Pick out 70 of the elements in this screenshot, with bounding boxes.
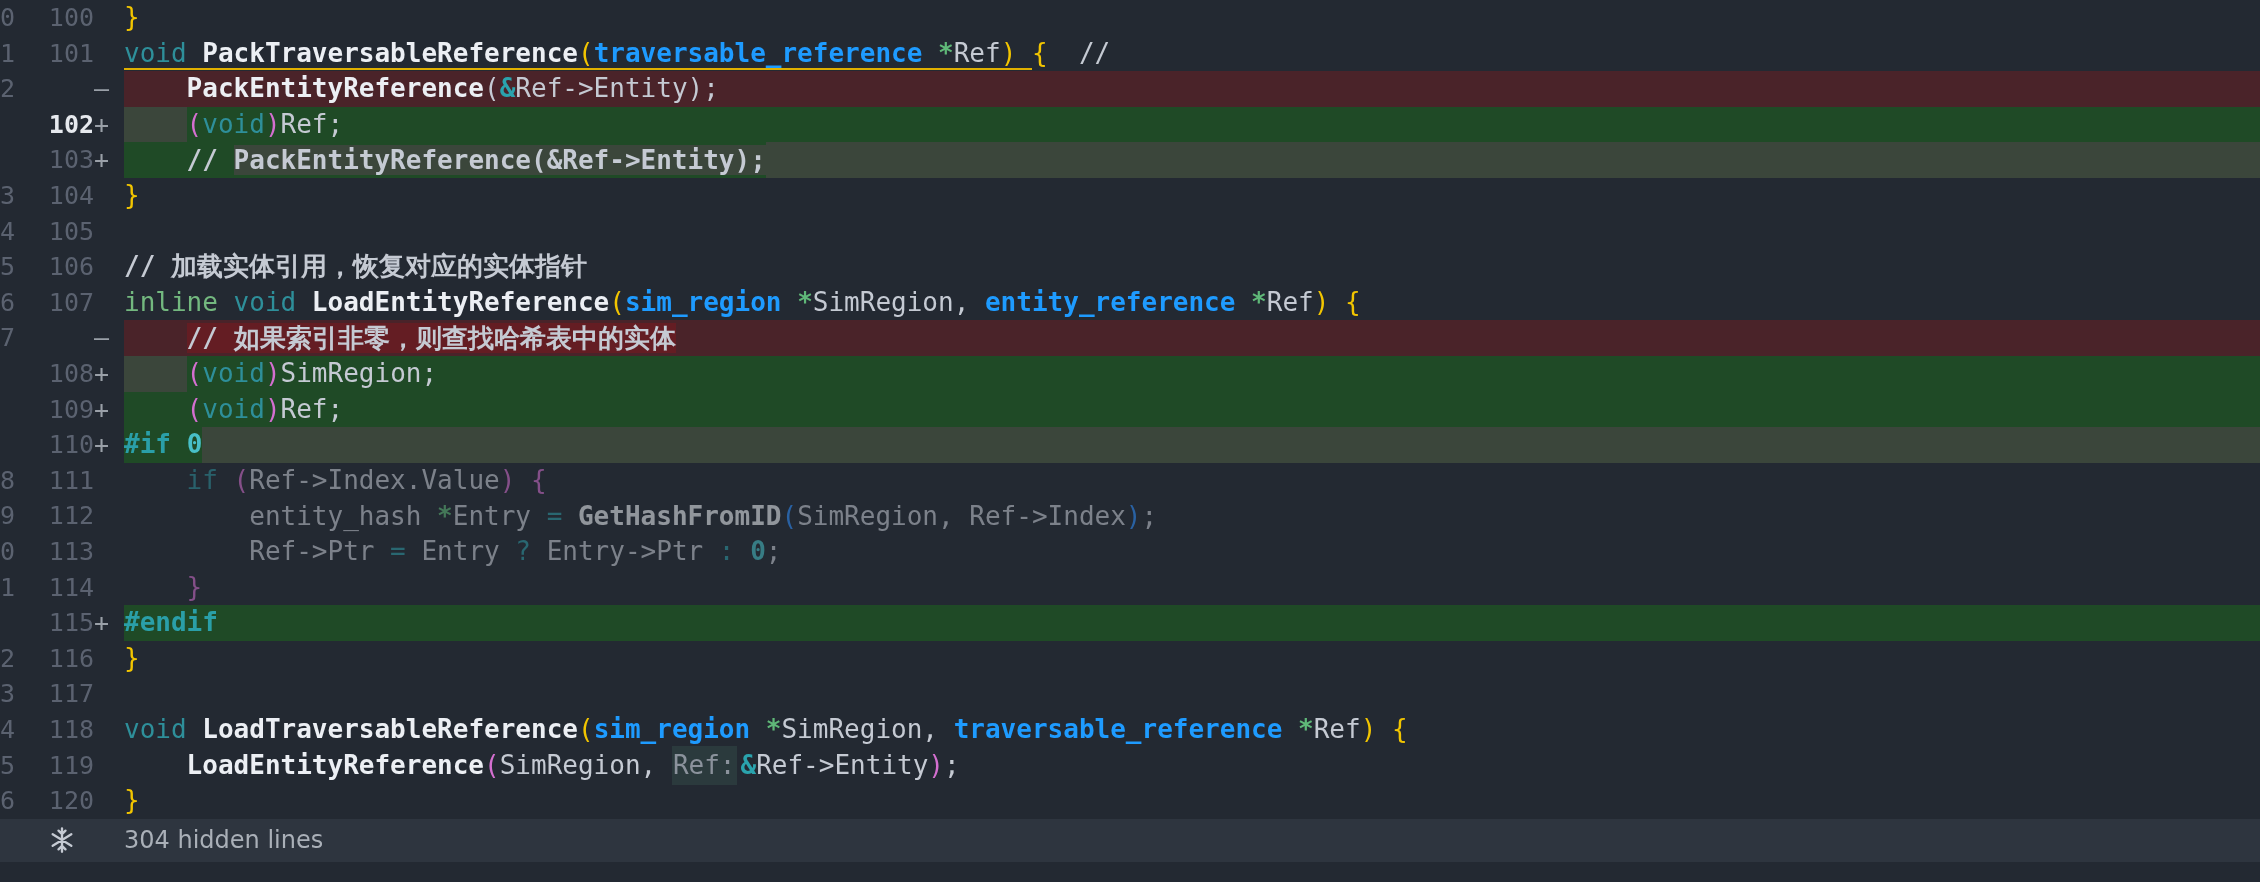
- code-text: Ref->Ptr = Entry ? Entry->Ptr : 0;: [248, 535, 782, 569]
- code-text: }: [185, 570, 203, 604]
- line-number: 108: [48, 358, 94, 390]
- code-text: PackEntityReference(&Ref->Entity);: [185, 72, 719, 106]
- line-number: 5: [0, 749, 16, 782]
- line-number: 105: [48, 215, 94, 248]
- code-text: (void)SimRegion;: [185, 357, 438, 391]
- code-text: }: [124, 784, 140, 818]
- line-number: 0: [0, 535, 16, 568]
- code-text: &Ref->Entity);: [740, 748, 960, 782]
- diff-marker: +: [94, 393, 110, 426]
- diff-marker: +: [94, 607, 110, 640]
- line-number: 110: [48, 429, 94, 462]
- line-number: 2: [0, 73, 16, 106]
- diff-marker: —: [94, 73, 110, 106]
- code-text: entity_hash *Entry = GetHashFromID(SimRegion, Ref->Index);: [248, 499, 1158, 533]
- line-number: 114: [48, 571, 94, 604]
- line-number: 8: [0, 464, 16, 497]
- line-number: 109: [48, 393, 94, 426]
- line-number: 4: [0, 215, 16, 248]
- code-text: void LoadTraversableReference(sim_region *SimRegion, traversable_reference *Ref) {: [124, 713, 1408, 747]
- line-number: 116: [48, 642, 94, 675]
- code-text: LoadEntityReference(SimRegion,: [185, 748, 658, 782]
- diff-marker: +: [94, 429, 110, 462]
- line-number: 3: [0, 180, 16, 212]
- line-number: 2: [0, 642, 16, 675]
- line-number: 101: [48, 37, 94, 70]
- line-number: 115: [48, 607, 94, 640]
- inlay-hint: Ref:: [671, 745, 737, 785]
- code-comment: // 加载实体引用，恢复对应的实体指针: [124, 250, 587, 284]
- code-text: inline void LoadEntityReference(sim_region *SimRegion, entity_reference *Ref) {: [124, 286, 1361, 320]
- hidden-lines-label: 304 hidden lines: [124, 825, 324, 857]
- line-number: 100: [48, 2, 94, 35]
- diff-marker: +: [94, 358, 110, 390]
- line-number: 102: [48, 108, 94, 141]
- code-text: (void)Ref;: [185, 392, 344, 426]
- line-number: 6: [0, 785, 16, 818]
- line-number: 103: [48, 144, 94, 177]
- line-number: 3: [0, 678, 16, 711]
- code-text: #if 0: [124, 428, 203, 462]
- line-number: 1: [0, 571, 16, 604]
- diff-marker: —: [94, 322, 110, 355]
- code-comment: // 如果索引非零，则查找哈希表中的实体: [186, 321, 676, 355]
- hidden-lines-bar[interactable]: 304 hidden lines: [0, 818, 2260, 862]
- line-number: 7: [0, 322, 16, 355]
- line-number: 118: [48, 713, 94, 746]
- code-text: if (Ref->Index.Value) {: [185, 464, 547, 497]
- line-number: 6: [0, 286, 16, 319]
- line-number: 1: [0, 37, 16, 70]
- code-text: }: [124, 642, 140, 675]
- code-text: (void)Ref;: [185, 108, 344, 142]
- line-number: 107: [48, 286, 94, 319]
- diff-marker: +: [94, 108, 110, 141]
- code-text: #endif: [124, 606, 218, 640]
- code-comment: // PackEntityReference(&Ref->Entity);: [185, 143, 766, 177]
- line-number: 111: [48, 464, 94, 497]
- line-number: 4: [0, 713, 16, 746]
- line-number: 117: [48, 678, 94, 711]
- line-number: 104: [48, 180, 94, 212]
- line-number: 113: [48, 535, 94, 568]
- code-text: }: [124, 1, 140, 35]
- line-number: 112: [48, 500, 94, 533]
- line-number: 106: [48, 251, 94, 284]
- line-number: 9: [0, 500, 16, 533]
- diff-marker: +: [94, 144, 110, 177]
- line-number: 119: [48, 749, 94, 782]
- code-text: }: [124, 179, 140, 213]
- line-number: 5: [0, 251, 16, 284]
- line-number: 0: [0, 2, 16, 35]
- line-number: 120: [48, 785, 94, 818]
